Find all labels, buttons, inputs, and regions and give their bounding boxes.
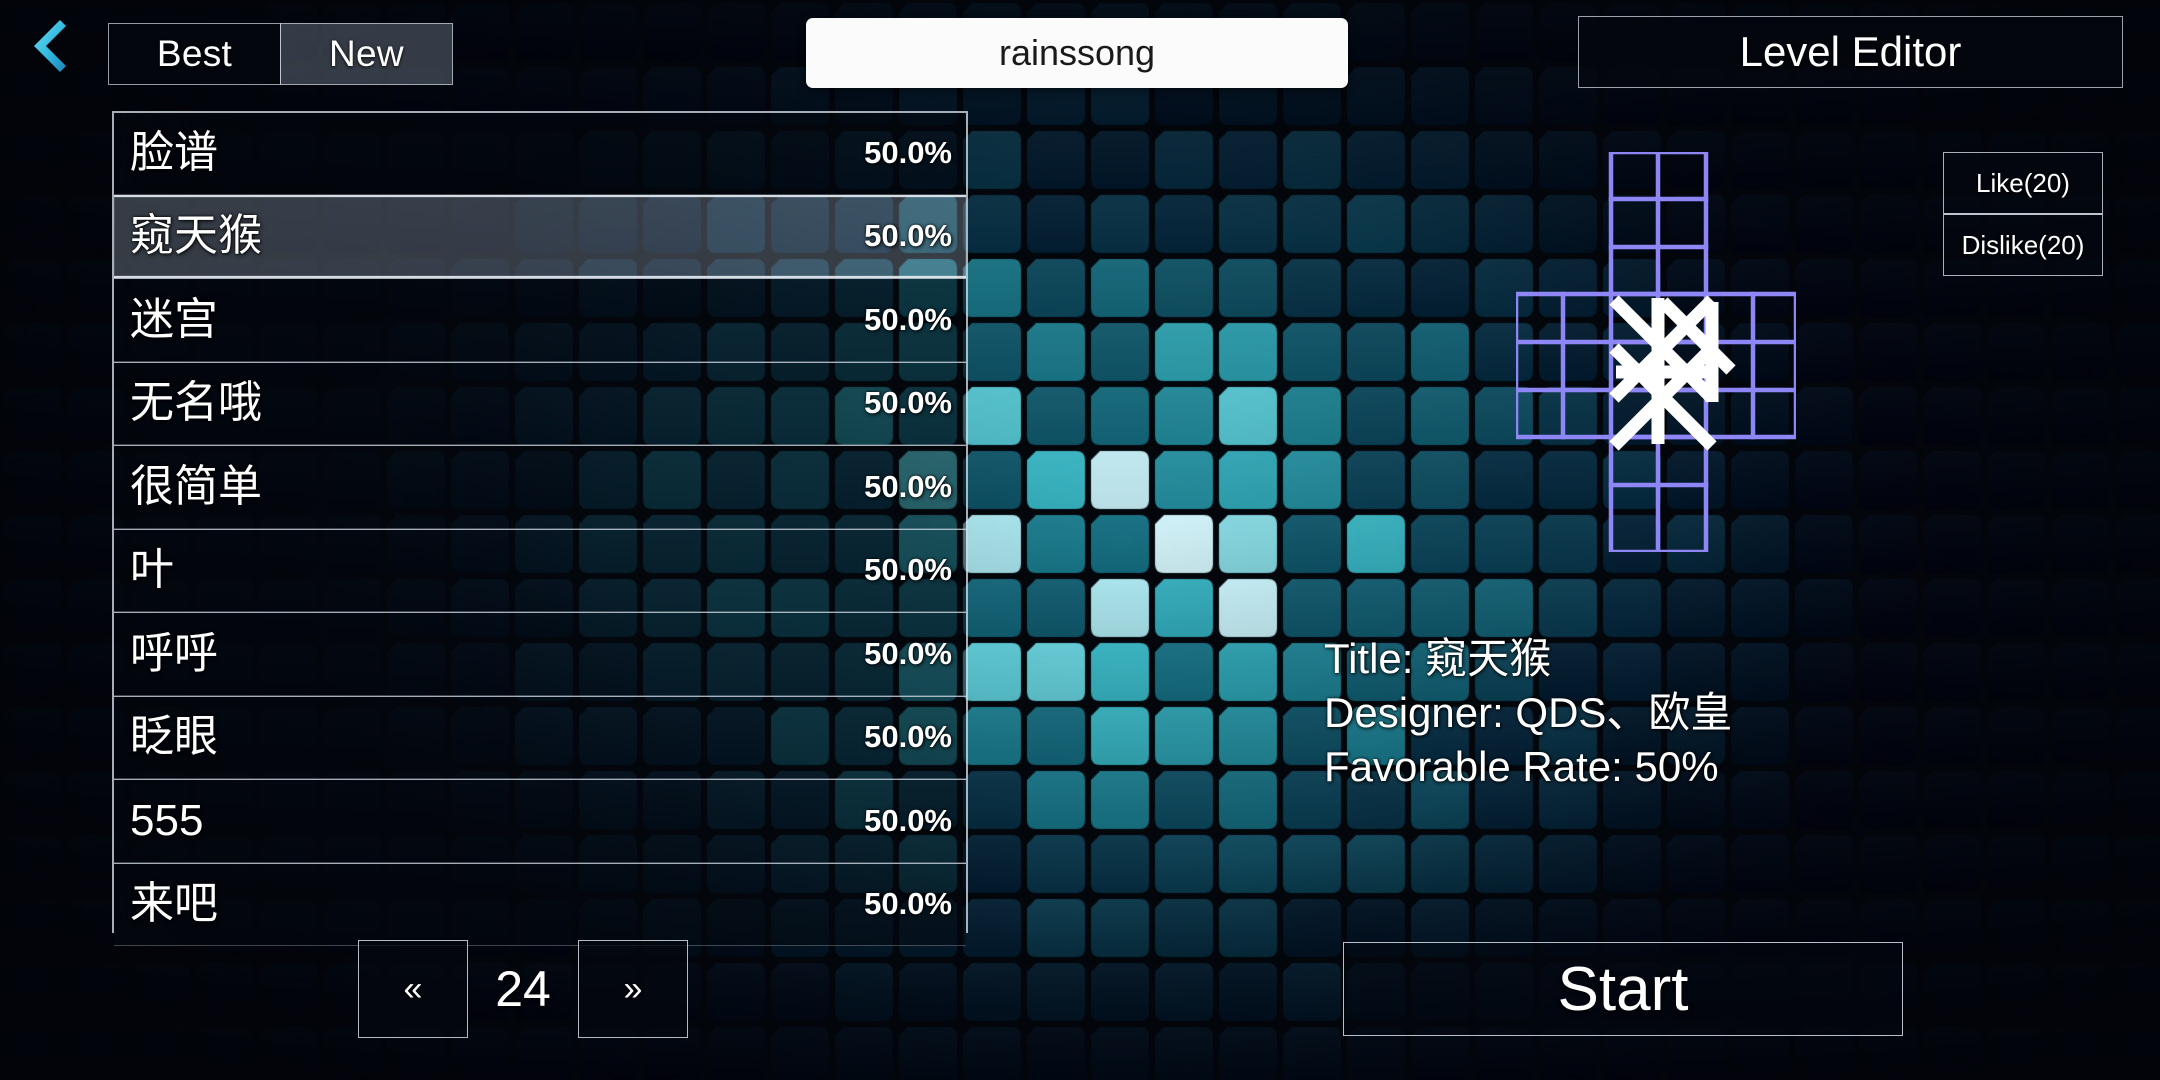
level-row-rate: 50.0% [864, 552, 952, 588]
info-designer: Designer: QDS、欧皇 [1324, 688, 1733, 736]
level-editor-label: Level Editor [1739, 28, 1962, 75]
level-row[interactable]: 迷宫 50.0% [114, 278, 966, 362]
level-info: Title: 窥天猴 Designer: QDS、欧皇 Favorable Ra… [1324, 632, 1732, 793]
tab-best[interactable]: Best [108, 23, 281, 85]
search-input-value: rainssong [998, 32, 1156, 73]
level-row[interactable]: 来吧 50.0% [114, 862, 966, 946]
level-row-rate: 50.0% [864, 468, 952, 504]
level-list[interactable]: 脸谱 50.0% 窥天猴 50.0% 迷宫 50.0% 无名哦 50.0% 很简单 50.0% 叶 5… [112, 111, 968, 946]
level-editor-button[interactable]: Level Editor [1578, 16, 2123, 88]
level-row-rate: 50.0% [864, 385, 952, 421]
next-page-label: » [623, 969, 643, 1008]
level-row-rate: 50.0% [864, 218, 952, 254]
level-row-rate: 50.0% [864, 135, 952, 171]
level-row[interactable]: 555 50.0% [114, 779, 966, 863]
like-label: Like(20) [1976, 167, 2070, 198]
info-title: Title: 窥天猴 [1324, 635, 1552, 682]
tab-best-label: Best [156, 33, 233, 74]
start-button[interactable]: Start [1343, 942, 1903, 1036]
tab-new[interactable]: New [280, 23, 453, 85]
level-row-name: 很简单 [130, 461, 262, 511]
level-row-rate: 50.0% [864, 301, 952, 337]
level-row[interactable]: 窥天猴 50.0% [114, 194, 966, 278]
level-row-name: 来吧 [130, 879, 218, 929]
level-row-name: 脸谱 [130, 128, 218, 178]
tab-new-label: New [329, 33, 404, 74]
info-favorable-rate: Favorable Rate: 50% [1324, 742, 1719, 790]
vote-box: Like(20) Dislike(20) [1943, 152, 2103, 276]
level-row[interactable]: 叶 50.0% [114, 528, 966, 612]
prev-page-button[interactable]: « [358, 940, 468, 1038]
search-input[interactable]: rainssong [806, 18, 1348, 88]
level-select-screen: Best New rainssong Level Editor 脸谱 50.0% 窥… [0, 0, 2160, 1080]
level-row-rate: 50.0% [864, 802, 952, 838]
level-row[interactable]: 很简单 50.0% [114, 445, 966, 529]
level-row-rate: 50.0% [864, 635, 952, 671]
next-page-button[interactable]: » [578, 940, 688, 1038]
level-row[interactable]: 呼呼 50.0% [114, 612, 966, 696]
back-chevron-icon[interactable] [18, 14, 82, 78]
level-row-name: 无名哦 [130, 378, 262, 428]
prev-page-label: « [403, 969, 423, 1008]
dislike-label: Dislike(20) [1961, 229, 2085, 260]
level-row-name: 呼呼 [130, 628, 218, 678]
level-row-rate: 50.0% [864, 886, 952, 922]
page-number: 24 [495, 961, 551, 1017]
level-row[interactable]: 眨眼 50.0% [114, 695, 966, 779]
level-row-name: 眨眼 [130, 712, 218, 762]
level-row[interactable]: 脸谱 50.0% [114, 111, 966, 195]
level-row-name: 555 [130, 795, 204, 845]
level-row-name: 迷宫 [130, 294, 218, 344]
like-button[interactable]: Like(20) [1944, 153, 2102, 215]
pagination: « 24 » [358, 940, 688, 1038]
dislike-button[interactable]: Dislike(20) [1944, 215, 2102, 275]
level-row-name: 窥天猴 [130, 211, 262, 261]
level-row-name: 叶 [130, 545, 174, 595]
sort-tabs: Best New [108, 23, 453, 85]
level-row-rate: 50.0% [864, 719, 952, 755]
start-label: Start [1557, 954, 1689, 1024]
level-row[interactable]: 无名哦 50.0% [114, 361, 966, 445]
